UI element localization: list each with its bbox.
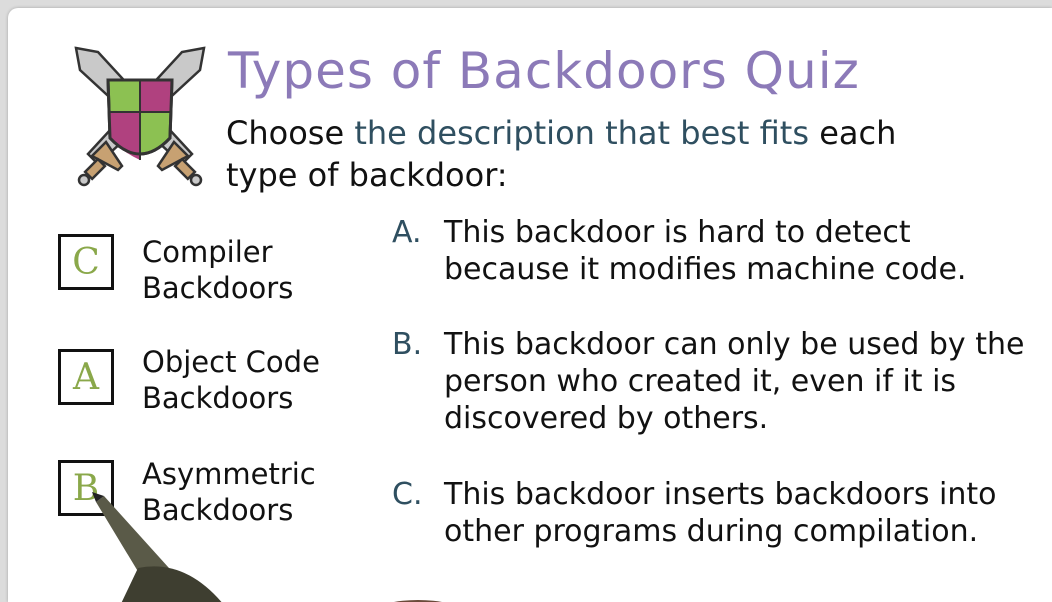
term-label: Asymmetric xyxy=(142,457,316,491)
answer-box-object-code[interactable]: A xyxy=(58,349,114,405)
term-label: Compiler xyxy=(142,235,273,269)
quiz-slide: Types of Backdoors Quiz Choose the descr… xyxy=(8,8,1052,602)
pen-hand-icon xyxy=(92,492,442,602)
term-compiler-backdoors: Compiler Backdoors xyxy=(142,234,293,306)
term-label: Backdoors xyxy=(142,271,294,305)
quiz-title: Types of Backdoors Quiz xyxy=(228,42,860,100)
instruction-line-2: type of backdoor: xyxy=(226,156,508,194)
instruction-tail: each xyxy=(809,114,897,152)
option-text: This backdoor is hard to detect because … xyxy=(444,215,967,287)
term-label: Object Code xyxy=(142,345,320,379)
option-text: This backdoor can only be used by the pe… xyxy=(444,327,1025,436)
option-c: C. This backdoor inserts backdoors into … xyxy=(392,476,1032,550)
term-label: Backdoors xyxy=(142,381,294,415)
option-text: This backdoor inserts backdoors into oth… xyxy=(444,477,997,549)
quiz-instruction: Choose the description that best fits ea… xyxy=(226,112,1026,196)
crossed-swords-shield-icon xyxy=(74,46,206,187)
instruction-lead: Choose xyxy=(226,114,355,152)
answer-value: A xyxy=(73,356,99,398)
option-b: B. This backdoor can only be used by the… xyxy=(392,326,1032,437)
option-a: A. This backdoor is hard to detect becau… xyxy=(392,214,1032,288)
instruction-highlight: the description that best fits xyxy=(354,114,810,152)
answer-box-compiler[interactable]: C xyxy=(58,234,114,290)
answer-value: C xyxy=(72,241,100,283)
term-object-code-backdoors: Object Code Backdoors xyxy=(142,344,320,416)
option-letter: B. xyxy=(392,327,423,362)
option-letter: A. xyxy=(392,215,422,250)
